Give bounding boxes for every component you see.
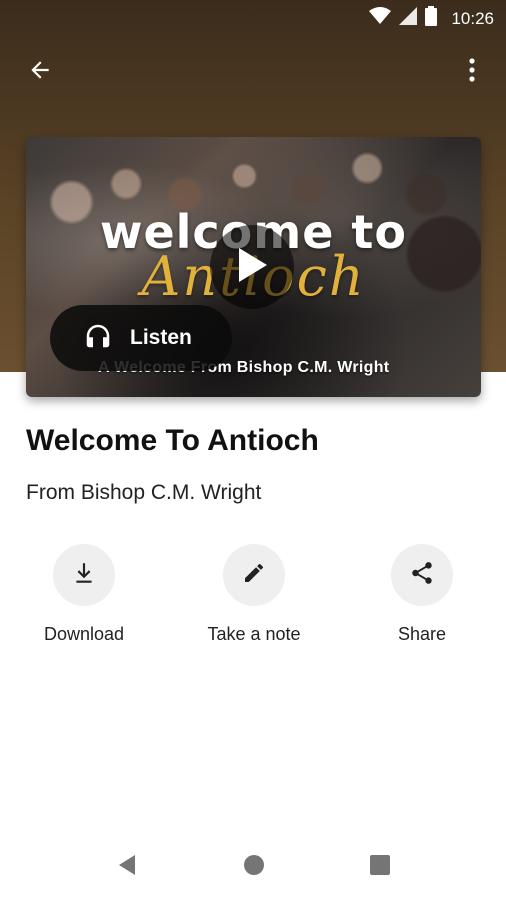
share-icon xyxy=(409,560,435,591)
back-button[interactable] xyxy=(20,52,60,92)
take-note-label: Take a note xyxy=(207,624,301,644)
status-icons: 10:26 xyxy=(369,6,494,31)
arrow-back-icon xyxy=(27,57,53,88)
wifi-icon xyxy=(369,7,392,30)
listen-label: Listen xyxy=(130,326,192,349)
headphones-icon xyxy=(82,321,114,356)
download-icon xyxy=(71,560,97,591)
share-button[interactable] xyxy=(391,544,453,606)
share-action[interactable]: Share xyxy=(352,544,492,645)
battery-icon xyxy=(425,6,438,31)
page-subtitle: From Bishop C.M. Wright xyxy=(26,481,262,504)
nav-back-icon xyxy=(117,854,137,881)
download-button[interactable] xyxy=(53,544,115,606)
download-label: Download xyxy=(43,624,125,644)
play-icon xyxy=(235,246,269,289)
status-time: 10:26 xyxy=(451,8,494,28)
status-bar: 10:26 xyxy=(0,0,506,36)
cell-signal-icon xyxy=(399,7,418,30)
listen-button[interactable]: Listen xyxy=(50,305,232,371)
more-options-button[interactable] xyxy=(452,52,492,92)
share-label: Share xyxy=(397,624,447,644)
nav-recents-icon xyxy=(370,854,390,880)
nav-home-button[interactable] xyxy=(239,852,269,882)
page-title: Welcome To Antioch xyxy=(26,424,319,457)
pencil-icon xyxy=(242,561,266,590)
video-thumbnail[interactable]: welcome to Antioch A Welcome From Bishop… xyxy=(26,137,481,397)
nav-home-icon xyxy=(243,854,265,881)
play-button[interactable] xyxy=(210,225,294,309)
download-action[interactable]: Download xyxy=(14,544,154,645)
take-note-button[interactable] xyxy=(223,544,285,606)
nav-recents-button[interactable] xyxy=(365,852,395,882)
take-note-action[interactable]: Take a note xyxy=(184,544,324,645)
system-nav-bar xyxy=(0,834,506,900)
more-vert-icon xyxy=(468,57,476,88)
nav-back-button[interactable] xyxy=(112,852,142,882)
